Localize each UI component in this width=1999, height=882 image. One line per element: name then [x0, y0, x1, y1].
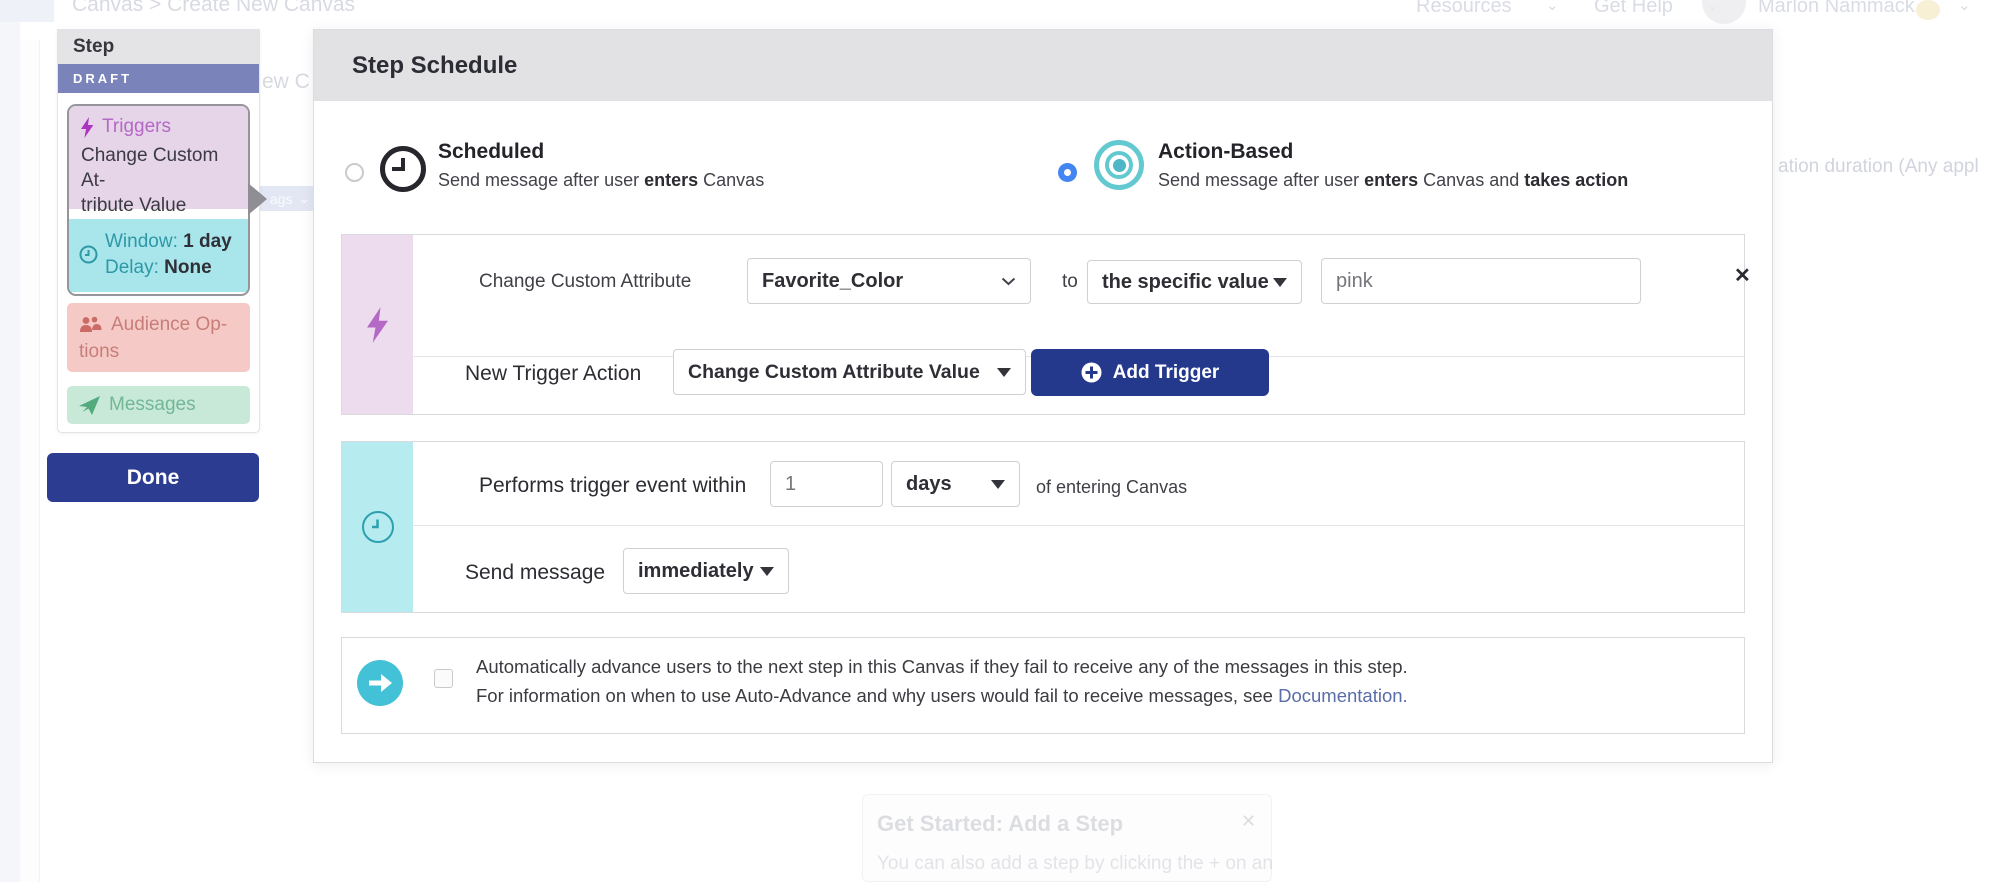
step-schedule-modal: Step Schedule Scheduled Send message aft… — [313, 29, 1773, 763]
audience-label-line1: Audience Op- — [111, 311, 227, 338]
trigger-action-select[interactable]: Change Custom Attribute Value — [673, 349, 1026, 395]
timing-strip — [342, 442, 413, 612]
modal-header: Step Schedule — [314, 30, 1772, 101]
triggers-label: Triggers — [102, 116, 171, 138]
background-text-fragment: ew C — [262, 70, 310, 94]
attribute-select[interactable]: Favorite_Color — [747, 258, 1031, 304]
send-message-label: Send message — [465, 561, 605, 585]
documentation-link[interactable]: Documentation. — [1278, 685, 1408, 706]
window-delay-text: Window: 1 day Delay: None — [105, 229, 232, 292]
delay-value: None — [164, 257, 212, 278]
clock-icon — [362, 511, 394, 543]
background-text-fragment: ation duration (Any appl — [1778, 156, 1979, 178]
modal-title: Step Schedule — [352, 30, 517, 101]
chevron-down-icon: ⌄ — [1546, 0, 1559, 14]
audience-label-line2: tions — [79, 338, 238, 365]
window-section[interactable]: Window: 1 day Delay: None — [69, 219, 248, 292]
dropdown-arrow-icon — [1273, 278, 1287, 287]
dropdown-arrow-icon — [760, 567, 774, 576]
window-label: Window: — [105, 231, 178, 252]
dropdown-arrow-icon — [991, 480, 1005, 489]
step-summary-card[interactable]: Triggers Change Custom At- tribute Value… — [67, 104, 250, 296]
tooltip-title: Get Started: Add a Step — [877, 811, 1123, 837]
auto-advance-line2: For information on when to use Auto-Adva… — [476, 685, 1408, 707]
chevron-down-icon — [1001, 277, 1016, 286]
audience-icon — [79, 316, 103, 334]
entering-canvas-label: of entering Canvas — [1036, 477, 1187, 498]
scheduled-clock-icon — [380, 146, 426, 192]
step-panel-header: Step — [58, 30, 259, 64]
chevron-down-icon[interactable]: ⌄ — [1958, 0, 1971, 14]
chevron-down-icon: ⌄ — [298, 190, 310, 207]
card-pointer-arrow — [248, 183, 267, 215]
status-dot-icon — [1916, 0, 1940, 20]
scheduled-title: Scheduled — [438, 140, 544, 164]
new-trigger-action-label: New Trigger Action — [465, 362, 641, 386]
done-button[interactable]: Done — [47, 453, 259, 502]
auto-advance-box: Automatically advance users to the next … — [341, 637, 1745, 734]
breadcrumb: Canvas > Create New Canvas — [72, 0, 355, 17]
messages-label: Messages — [109, 394, 196, 416]
auto-advance-line1: Automatically advance users to the next … — [476, 656, 1408, 678]
nav-get-help[interactable]: Get Help — [1594, 0, 1673, 18]
send-delay-select[interactable]: immediately — [623, 548, 789, 594]
timing-config-box: Performs trigger event within days of en… — [341, 441, 1745, 613]
dropdown-arrow-icon — [997, 368, 1011, 377]
action-based-radio[interactable] — [1058, 163, 1077, 182]
triggers-section[interactable]: Triggers Change Custom At- tribute Value — [69, 106, 248, 209]
nav-resources[interactable]: Resources — [1416, 0, 1512, 18]
to-label: to — [1062, 271, 1078, 293]
user-name[interactable]: Marlon Nammack — [1758, 0, 1915, 18]
add-trigger-button[interactable]: Add Trigger — [1031, 349, 1269, 396]
action-based-desc: Send message after user enters Canvas an… — [1158, 170, 1628, 191]
window-unit-select[interactable]: days — [891, 461, 1020, 507]
messages-item[interactable]: Messages — [67, 386, 250, 424]
clock-icon — [79, 245, 98, 264]
audience-options-item[interactable]: Audience Op- tions — [67, 303, 250, 372]
avatar[interactable] — [1702, 0, 1746, 24]
left-edge-panel — [20, 40, 40, 882]
close-icon: ✕ — [1241, 811, 1256, 832]
row-divider — [413, 525, 1744, 526]
lightning-icon — [81, 117, 94, 138]
comparator-select[interactable]: the specific value — [1087, 260, 1302, 304]
trigger-config-box: Change Custom Attribute Favorite_Color t… — [341, 234, 1745, 415]
window-value: 1 day — [183, 231, 232, 252]
auto-advance-checkbox[interactable] — [434, 669, 453, 688]
delay-label: Delay: — [105, 257, 159, 278]
window-value-input[interactable] — [770, 461, 883, 507]
send-icon — [79, 396, 100, 415]
trigger-name-line1: Change Custom At- — [81, 143, 236, 193]
lightning-icon — [367, 307, 389, 343]
remove-trigger-icon[interactable]: ✕ — [1734, 263, 1751, 288]
advance-arrow-icon — [357, 660, 403, 706]
left-edge-band — [0, 0, 20, 882]
triggers-heading: Triggers — [81, 116, 236, 138]
scheduled-desc: Send message after user enters Canvas — [438, 170, 764, 191]
draft-status-badge: DRAFT — [58, 64, 259, 93]
corner-patch — [0, 0, 54, 22]
action-based-target-icon — [1094, 140, 1144, 190]
scheduled-radio[interactable] — [345, 163, 364, 182]
get-started-tooltip: Get Started: Add a Step ✕ You can also a… — [862, 794, 1272, 882]
step-panel: Step DRAFT Triggers Change Custom At- tr… — [57, 29, 260, 433]
app-root: { "chrome": { "breadcrumb": "Canvas > Cr… — [0, 0, 1999, 882]
action-based-title: Action-Based — [1158, 140, 1293, 164]
attribute-value-input[interactable] — [1321, 258, 1641, 304]
trigger-strip — [342, 235, 413, 414]
change-attribute-label: Change Custom Attribute — [479, 271, 691, 293]
tooltip-body: You can also add a step by clicking the … — [877, 853, 1273, 875]
performs-within-label: Performs trigger event within — [479, 474, 746, 498]
plus-circle-icon — [1081, 362, 1102, 383]
pill-label: ags — [270, 191, 293, 207]
